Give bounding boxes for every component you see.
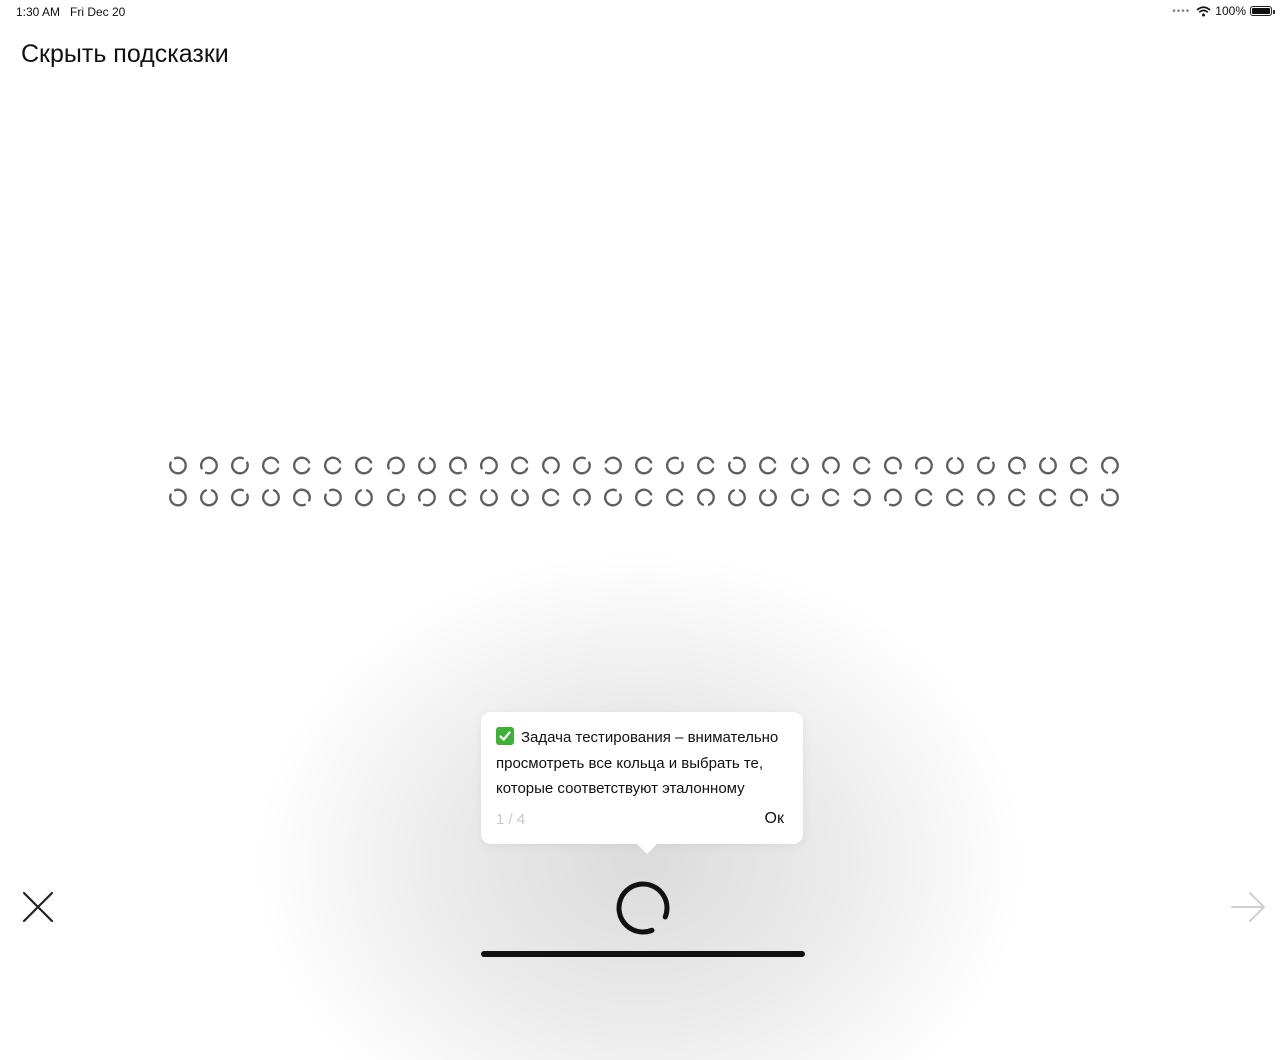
- ring-option[interactable]: [168, 487, 188, 508]
- ring-option[interactable]: [386, 455, 406, 476]
- rings-grid: [168, 455, 1120, 519]
- ring-option[interactable]: [1100, 487, 1120, 508]
- hint-tooltip: Задача тестирования – внимательно просмо…: [481, 712, 803, 854]
- ring-option[interactable]: [448, 455, 468, 476]
- ring-option[interactable]: [634, 455, 654, 476]
- ring-option[interactable]: [790, 487, 810, 508]
- ring-option[interactable]: [323, 455, 343, 476]
- ring-option[interactable]: [821, 487, 841, 508]
- ring-option[interactable]: [1069, 455, 1089, 476]
- ring-option[interactable]: [354, 455, 374, 476]
- tooltip-line-2: просмотреть все кольца и выбрать те,: [496, 754, 764, 772]
- ring-option[interactable]: [976, 455, 996, 476]
- rings-row-1: [168, 455, 1120, 477]
- ring-option[interactable]: [168, 455, 188, 476]
- tooltip-footer: 1 / 4 Ок: [496, 810, 784, 828]
- rings-row-2: [168, 487, 1120, 509]
- ring-option[interactable]: [603, 455, 623, 476]
- ring-option[interactable]: [541, 487, 561, 508]
- battery-percent: 100%: [1215, 4, 1246, 18]
- ring-option[interactable]: [1069, 487, 1089, 508]
- ring-option[interactable]: [758, 487, 778, 508]
- ring-option[interactable]: [448, 487, 468, 508]
- battery-icon: [1250, 6, 1275, 16]
- ring-option[interactable]: [199, 487, 219, 508]
- ring-option[interactable]: [323, 487, 343, 508]
- ring-option[interactable]: [696, 455, 716, 476]
- status-time: 1:30 AM: [16, 5, 61, 19]
- ring-option[interactable]: [292, 487, 312, 508]
- ring-option[interactable]: [1100, 455, 1120, 476]
- tooltip-line-3: которые соответствуют эталонному: [496, 780, 745, 797]
- wifi-icon: [1196, 5, 1211, 16]
- reference-ring: [616, 881, 670, 935]
- ring-option[interactable]: [883, 487, 903, 508]
- ring-option[interactable]: [603, 487, 623, 508]
- arrow-right-icon[interactable]: [1228, 889, 1268, 925]
- ring-option[interactable]: [665, 487, 685, 508]
- close-icon[interactable]: [20, 889, 56, 925]
- status-date: Fri Dec 20: [70, 5, 126, 19]
- ring-option[interactable]: [1007, 487, 1027, 508]
- tooltip-line-1: Задача тестирования – внимательно: [521, 729, 779, 746]
- ring-option[interactable]: [261, 487, 281, 508]
- ring-option[interactable]: [386, 487, 406, 508]
- ring-option[interactable]: [417, 487, 437, 508]
- tooltip-text: Задача тестирования – внимательно просмо…: [496, 725, 788, 802]
- ring-option[interactable]: [634, 487, 654, 508]
- ring-option[interactable]: [914, 487, 934, 508]
- ring-option[interactable]: [541, 455, 561, 476]
- signal-dots-icon: ••••: [1172, 5, 1191, 17]
- ring-option[interactable]: [758, 455, 778, 476]
- tooltip-arrow: [636, 843, 658, 854]
- ring-option[interactable]: [883, 455, 903, 476]
- ring-option[interactable]: [914, 455, 934, 476]
- ring-option[interactable]: [417, 455, 437, 476]
- ring-option[interactable]: [790, 455, 810, 476]
- home-indicator: [481, 951, 805, 957]
- ring-option[interactable]: [510, 455, 530, 476]
- ring-option[interactable]: [572, 455, 592, 476]
- ring-option[interactable]: [727, 487, 747, 508]
- ring-option[interactable]: [852, 455, 872, 476]
- ring-option[interactable]: [510, 487, 530, 508]
- ring-option[interactable]: [572, 487, 592, 508]
- status-bar: 1:30 AM Fri Dec 20 •••• 100%: [0, 0, 1286, 22]
- ring-option[interactable]: [852, 487, 872, 508]
- ring-option[interactable]: [976, 487, 996, 508]
- ring-option[interactable]: [354, 487, 374, 508]
- status-indicators: •••• 100%: [1172, 4, 1275, 18]
- ring-option[interactable]: [945, 487, 965, 508]
- ring-option[interactable]: [230, 455, 250, 476]
- ring-option[interactable]: [479, 455, 499, 476]
- ring-option[interactable]: [1007, 455, 1027, 476]
- ring-option[interactable]: [727, 455, 747, 476]
- ring-option[interactable]: [261, 455, 281, 476]
- ring-option[interactable]: [479, 487, 499, 508]
- ring-option[interactable]: [1038, 455, 1058, 476]
- tooltip-ok-button[interactable]: Ок: [765, 810, 784, 828]
- ring-option[interactable]: [665, 455, 685, 476]
- ring-option[interactable]: [821, 455, 841, 476]
- check-icon: [496, 727, 514, 745]
- tooltip-step-counter: 1 / 4: [496, 810, 526, 828]
- hide-hints-button[interactable]: Скрыть подсказки: [21, 40, 229, 69]
- ring-option[interactable]: [945, 455, 965, 476]
- ring-option[interactable]: [292, 455, 312, 476]
- ring-option[interactable]: [199, 455, 219, 476]
- ring-option[interactable]: [696, 487, 716, 508]
- ring-option[interactable]: [1038, 487, 1058, 508]
- ring-option[interactable]: [230, 487, 250, 508]
